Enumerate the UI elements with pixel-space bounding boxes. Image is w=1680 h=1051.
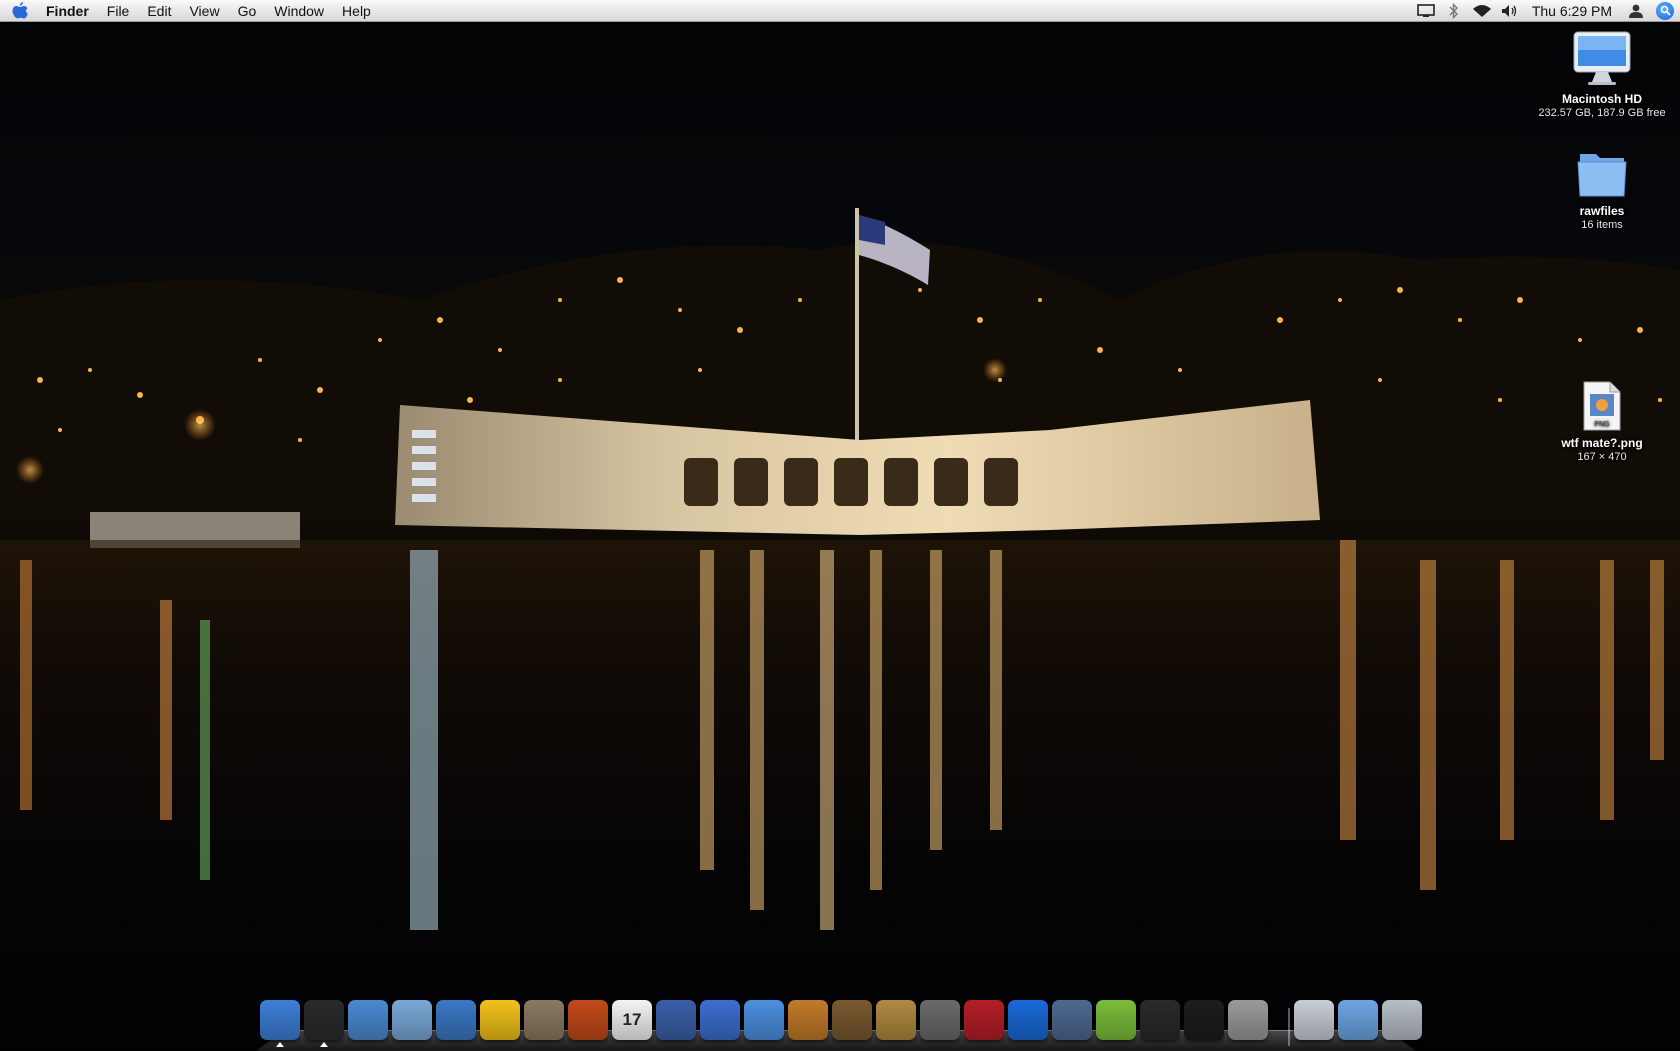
desktop-icon-info: 232.57 GB, 187.9 GB free xyxy=(1538,107,1666,119)
bluetooth-icon[interactable] xyxy=(1440,0,1468,22)
dashboard-icon[interactable] xyxy=(304,1000,344,1040)
photo-booth-icon[interactable] xyxy=(568,1000,608,1040)
imovie-icon[interactable] xyxy=(656,1000,696,1040)
desktop-icon-png-file[interactable]: PNG wtf mate?.png 167 × 470 xyxy=(1527,380,1677,463)
hard-drive-icon xyxy=(1573,31,1631,85)
system-preferences-icon[interactable] xyxy=(1228,1000,1268,1040)
running-indicator xyxy=(320,1042,328,1047)
safari-icon[interactable] xyxy=(348,1000,388,1040)
garageband-icon[interactable] xyxy=(788,1000,828,1040)
desktop-icon-macintosh-hd[interactable]: Macintosh HD 232.57 GB, 187.9 GB free xyxy=(1527,30,1677,119)
photo-slideshow-icon[interactable] xyxy=(964,1000,1004,1040)
menubar-clock[interactable]: Thu 6:29 PM xyxy=(1524,0,1622,22)
png-file-icon: PNG xyxy=(1583,381,1621,431)
adium-duck-icon[interactable] xyxy=(480,1000,520,1040)
menu-finder[interactable]: Finder xyxy=(40,0,98,22)
spotlight-icon[interactable] xyxy=(1650,0,1680,22)
png-badge: PNG xyxy=(1594,421,1609,428)
desktop-icon-label: Macintosh HD xyxy=(1561,92,1642,106)
finder-icon[interactable] xyxy=(260,1000,300,1040)
ical-date-text: 17 xyxy=(622,1010,642,1029)
x11-icon[interactable] xyxy=(920,1000,960,1040)
itunes-icon[interactable] xyxy=(744,1000,784,1040)
volume-icon[interactable] xyxy=(1496,0,1524,22)
menu-window[interactable]: Window xyxy=(265,0,333,22)
dock-separator xyxy=(1288,1008,1290,1046)
desktop-wallpaper xyxy=(0,0,1680,1050)
apple-menu-icon[interactable] xyxy=(0,0,40,22)
dvd-player-icon[interactable] xyxy=(700,1000,740,1040)
trash-icon[interactable] xyxy=(1382,1000,1422,1040)
menu-bar: Finder File Edit View Go Window Help Thu… xyxy=(0,0,1680,22)
preview-icon[interactable] xyxy=(876,1000,916,1040)
wifi-icon[interactable] xyxy=(1468,0,1496,22)
desktop-icon-info: 16 items xyxy=(1581,219,1623,231)
desktop-icon-info: 167 × 470 xyxy=(1577,451,1627,463)
ical-icon[interactable]: 17 xyxy=(612,1000,652,1040)
menu-go[interactable]: Go xyxy=(229,0,266,22)
display-icon[interactable] xyxy=(1412,0,1440,22)
menu-edit[interactable]: Edit xyxy=(138,0,180,22)
iphoto-icon[interactable] xyxy=(832,1000,872,1040)
activity-monitor-icon[interactable] xyxy=(1140,1000,1180,1040)
dock: 17 xyxy=(256,994,1422,1051)
user-icon[interactable] xyxy=(1622,0,1650,22)
running-indicator xyxy=(276,1042,284,1047)
terminal-icon[interactable] xyxy=(1184,1000,1224,1040)
ichat-icon[interactable] xyxy=(436,1000,476,1040)
mail-icon[interactable] xyxy=(392,1000,432,1040)
menu-view[interactable]: View xyxy=(180,0,228,22)
folder-icon xyxy=(1577,154,1627,197)
stuffit-icon[interactable] xyxy=(1096,1000,1136,1040)
menu-file[interactable]: File xyxy=(98,0,139,22)
system-profiler-icon[interactable] xyxy=(1052,1000,1092,1040)
documents-folder-icon[interactable] xyxy=(1338,1000,1378,1040)
menu-help[interactable]: Help xyxy=(333,0,380,22)
home-folder-icon[interactable] xyxy=(1294,1000,1334,1040)
desktop-icon-label: wtf mate?.png xyxy=(1561,436,1643,450)
gimp-icon[interactable] xyxy=(524,1000,564,1040)
desktop-icon-label: rawfiles xyxy=(1579,204,1625,218)
desktop-icon-rawfiles[interactable]: rawfiles 16 items xyxy=(1527,148,1677,231)
quicktime-icon[interactable] xyxy=(1008,1000,1048,1040)
